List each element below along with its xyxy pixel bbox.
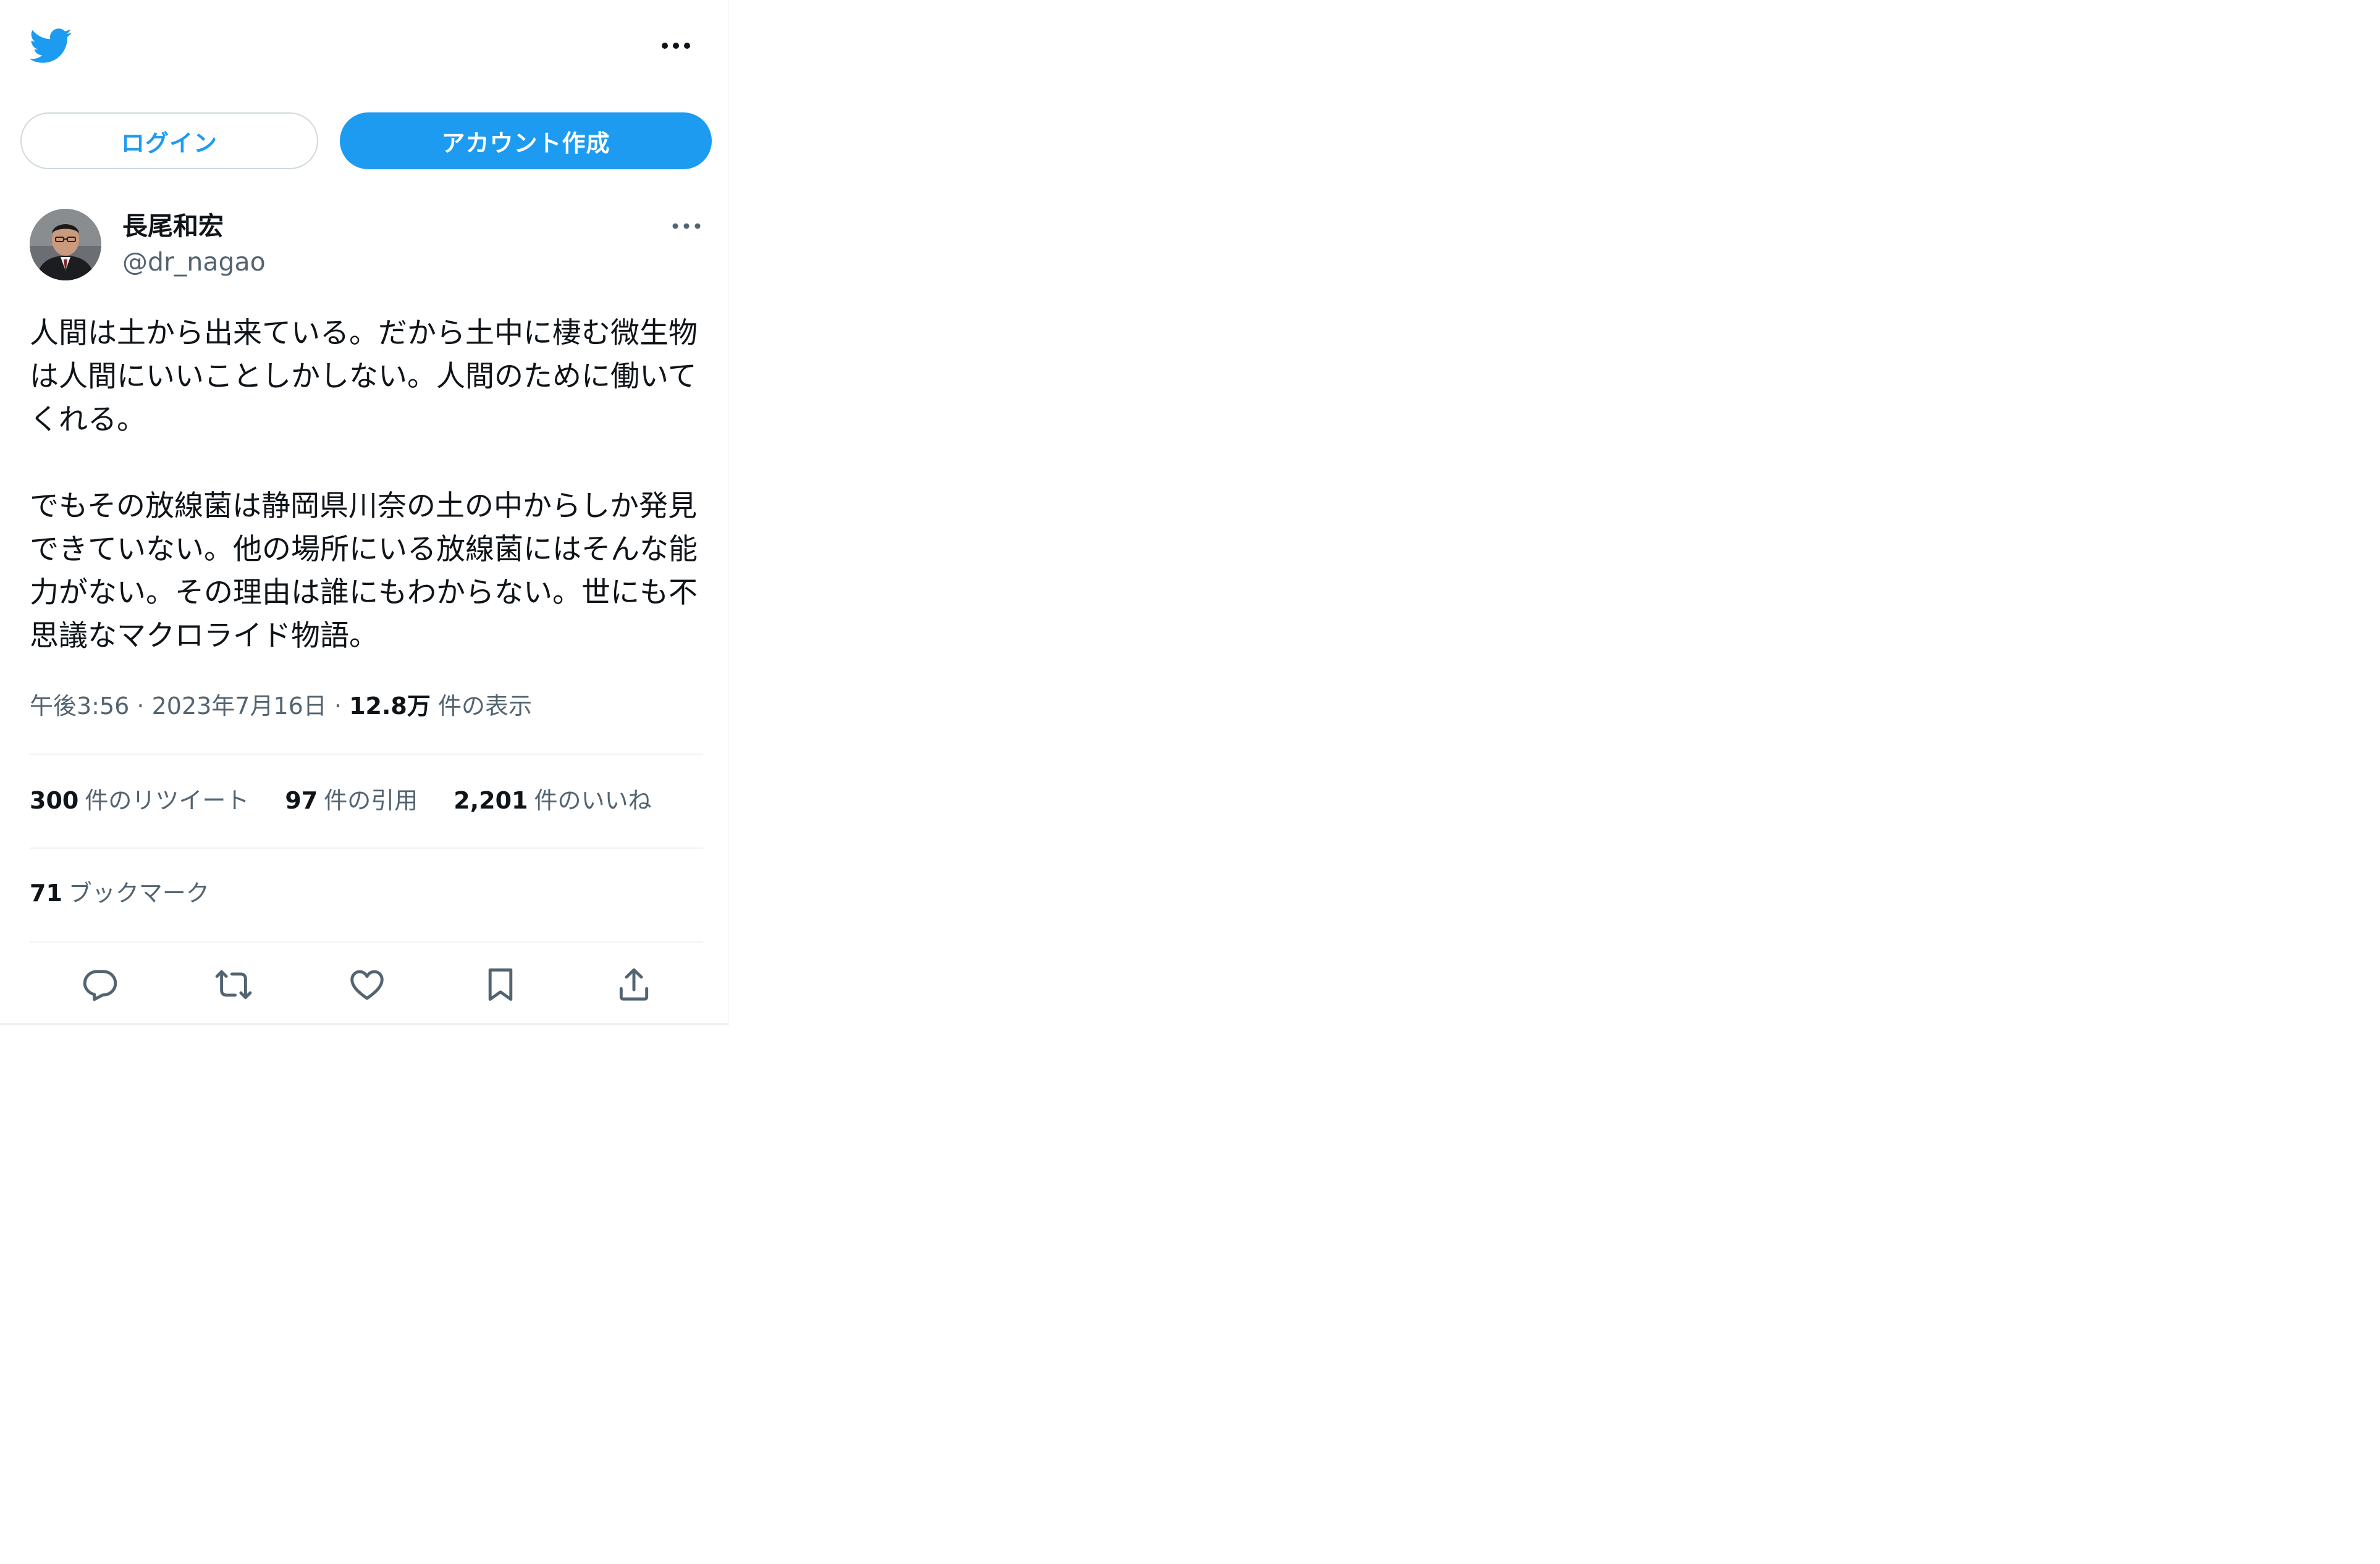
author-handle[interactable]: @dr_nagao: [122, 245, 266, 279]
engagement-stats: 300 件のリツイート 97 件の引用 2,201 件のいいね: [30, 783, 651, 818]
tweet-more-icon[interactable]: [669, 215, 704, 237]
likes-stat[interactable]: 2,201 件のいいね: [454, 783, 651, 818]
retweet-icon[interactable]: [213, 964, 255, 1006]
retweets-count: 300: [30, 787, 79, 814]
bookmark-icon[interactable]: [479, 964, 521, 1006]
reply-icon[interactable]: [79, 964, 121, 1006]
quotes-stat[interactable]: 97 件の引用: [285, 783, 418, 818]
tweet-column: ログイン アカウント作成 長尾和宏 @dr_nagao 人間は土から出来ている。…: [0, 0, 729, 1025]
tweet-text: 人間は土から出来ている。だから土中に棲む微生物は人間にいいことしかしない。人間の…: [30, 312, 703, 658]
like-icon[interactable]: [346, 964, 388, 1006]
bookmarks-stat[interactable]: 71 ブックマーク: [30, 876, 209, 910]
author-name[interactable]: 長尾和宏: [122, 209, 224, 243]
divider: [30, 941, 703, 943]
page: ログイン アカウント作成 長尾和宏 @dr_nagao 人間は土から出来ている。…: [0, 0, 2380, 1564]
bookmarks-label: ブックマーク: [68, 880, 209, 907]
tweet-paragraph: 人間は土から出来ている。だから土中に棲む微生物は人間にいいことしかしない。人間の…: [30, 316, 698, 437]
more-horizontal-icon[interactable]: [659, 35, 693, 57]
bookmarks-count: 71: [30, 880, 62, 907]
login-button[interactable]: ログイン: [20, 112, 318, 169]
tweet-time[interactable]: 午後3:56: [30, 692, 129, 720]
views-count: 12.8万: [349, 692, 431, 720]
divider: [30, 754, 703, 755]
meta-separator: ·: [326, 692, 350, 720]
quotes-label: 件の引用: [324, 787, 418, 814]
retweets-stat[interactable]: 300 件のリツイート: [30, 783, 249, 818]
create-account-button[interactable]: アカウント作成: [340, 112, 712, 169]
tweet-meta: 午後3:56 · 2023年7月16日 · 12.8万 件の表示: [30, 689, 532, 723]
tweet-paragraph: でもその放線菌は静岡県川奈の土の中からしか発見できていない。他の場所にいる放線菌…: [30, 489, 698, 653]
likes-label: 件のいいね: [534, 787, 652, 814]
quotes-count: 97: [285, 787, 318, 814]
twitter-bird-icon[interactable]: [28, 23, 72, 68]
retweets-label: 件のリツイート: [85, 787, 250, 814]
tweet-date[interactable]: 2023年7月16日: [152, 692, 327, 720]
likes-count: 2,201: [454, 787, 528, 814]
divider: [30, 847, 703, 849]
share-icon[interactable]: [613, 964, 655, 1006]
meta-separator: ·: [129, 692, 152, 720]
avatar[interactable]: [30, 209, 101, 280]
views-label: 件の表示: [437, 692, 532, 720]
